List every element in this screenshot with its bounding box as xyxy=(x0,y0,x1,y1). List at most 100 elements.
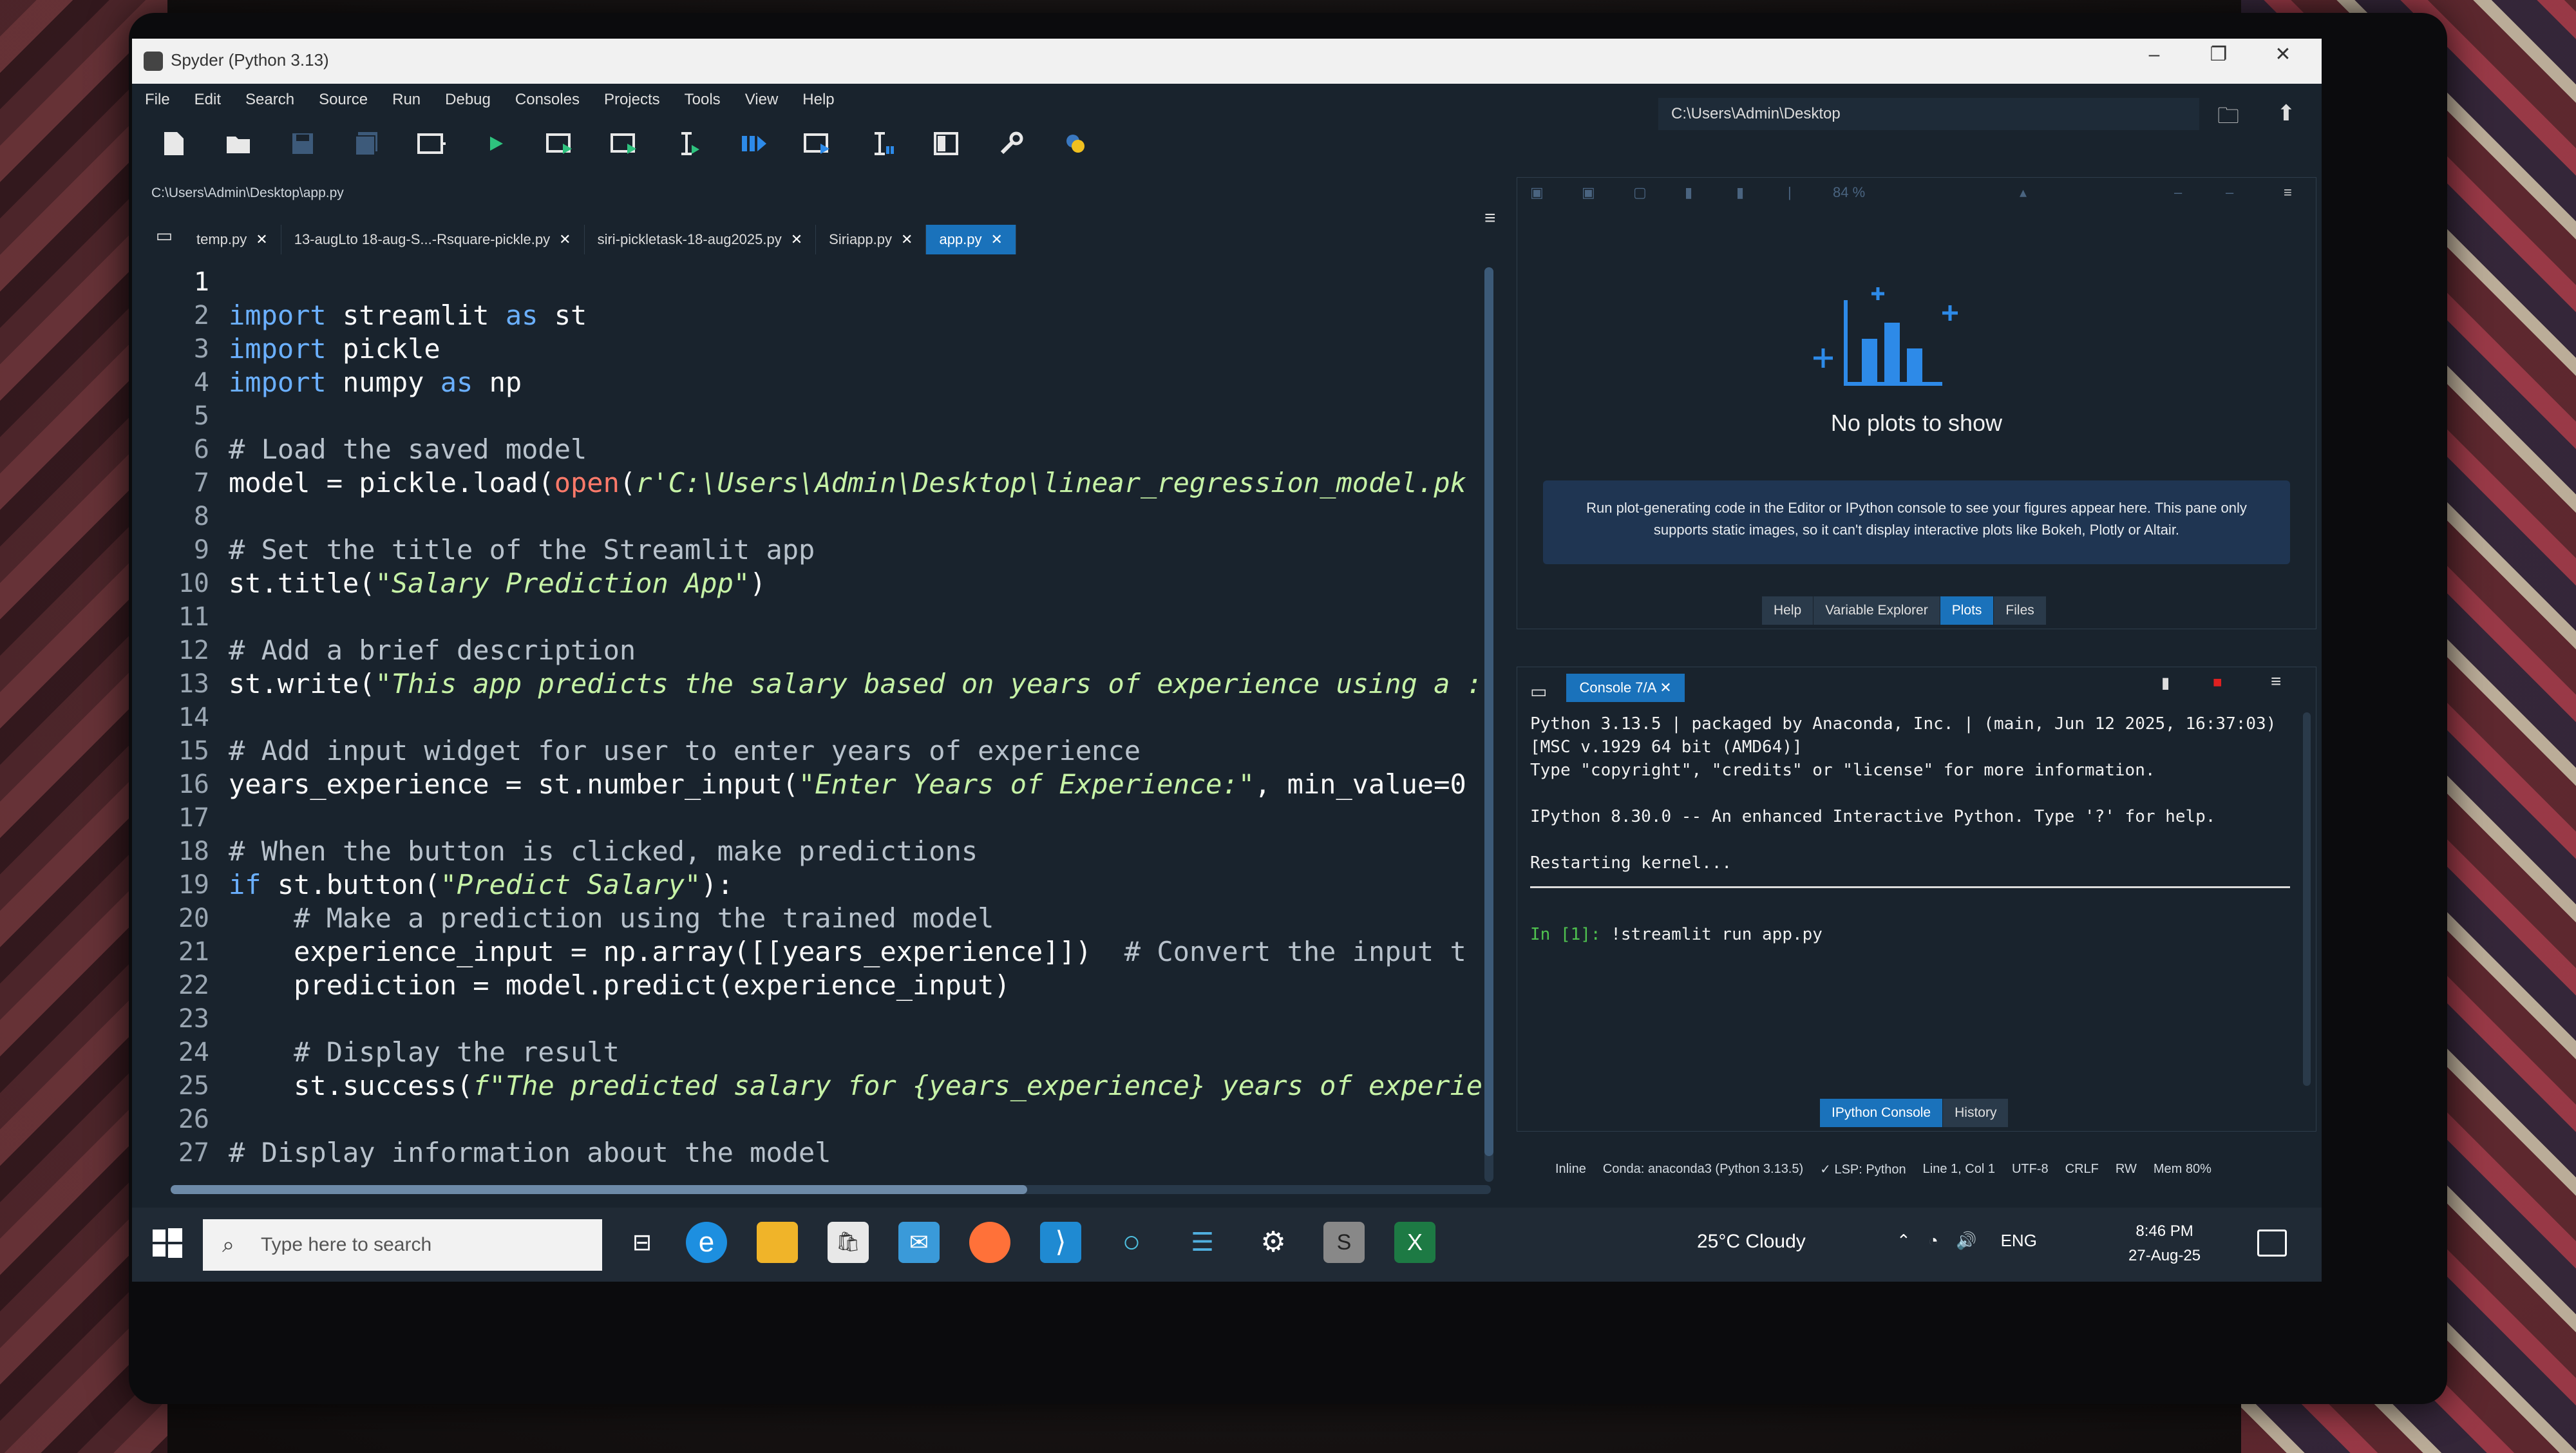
tab-variable-explorer[interactable]: Variable Explorer xyxy=(1814,596,1940,625)
editor-horizontal-scrollbar[interactable] xyxy=(171,1185,1491,1194)
edge-browser-icon[interactable]: e xyxy=(686,1222,727,1263)
tab-app[interactable]: app.py ✕ xyxy=(926,225,1016,254)
status-rw: RW xyxy=(2115,1161,2137,1176)
tab-help[interactable]: Help xyxy=(1762,596,1814,625)
tab-temp[interactable]: temp.py ✕ xyxy=(184,225,281,254)
taskbar-clock[interactable]: 8:46 PM 27-Aug-25 xyxy=(2128,1219,2201,1268)
show-hidden-icons-chevron-icon[interactable]: ⌃ xyxy=(1897,1231,1911,1250)
plots-options-menu-icon[interactable]: ≡ xyxy=(2284,184,2292,201)
status-conda-env[interactable]: Conda: anaconda3 (Python 3.13.5) xyxy=(1603,1162,1803,1177)
menu-consoles[interactable]: Consoles xyxy=(515,91,580,109)
code-editor[interactable]: 1 2 3 4 5 6 7 8 9 10 11 12 13 14 15 16 1… xyxy=(132,261,1504,1208)
tab-history[interactable]: History xyxy=(1943,1099,2009,1127)
close-window-button[interactable]: ✕ xyxy=(2251,39,2315,71)
menu-edit[interactable]: Edit xyxy=(194,91,221,109)
console-bottom-tabs: IPython Console History xyxy=(1820,1099,2009,1127)
menu-projects[interactable]: Projects xyxy=(604,91,660,109)
taskbar-app-icon[interactable]: ☰ xyxy=(1182,1222,1223,1263)
tab-files[interactable]: Files xyxy=(1994,596,2047,625)
save-plot-icon[interactable]: ▣ xyxy=(1530,184,1544,201)
debug-selection-icon[interactable] xyxy=(866,128,898,160)
previous-plot-icon[interactable]: – xyxy=(2174,184,2182,201)
menu-tools[interactable]: Tools xyxy=(685,91,721,109)
debug-cell-icon[interactable] xyxy=(802,128,834,160)
minimize-button[interactable]: – xyxy=(2122,39,2186,71)
windows-start-icon[interactable] xyxy=(151,1227,184,1259)
browse-tabs-icon[interactable]: ▭ xyxy=(145,225,184,254)
zoom-in-icon[interactable]: ▴ xyxy=(2020,184,2027,201)
tab-label: siri-pickletask-18-aug2025.py xyxy=(597,231,782,247)
editor-vertical-scrollbar[interactable] xyxy=(1484,267,1493,1182)
task-view-icon[interactable]: ⊟ xyxy=(621,1222,663,1263)
save-all-icon[interactable] xyxy=(351,128,383,160)
open-file-icon[interactable] xyxy=(222,128,254,160)
preferences-wrench-icon[interactable] xyxy=(995,128,1027,160)
close-console-icon[interactable]: ✕ xyxy=(1660,679,1671,696)
line-number: 27 xyxy=(178,1138,209,1168)
menu-run[interactable]: Run xyxy=(392,91,421,109)
tab-plots[interactable]: Plots xyxy=(1940,596,1994,625)
language-indicator[interactable]: ENG xyxy=(2001,1231,2037,1250)
tab-ipython-console[interactable]: IPython Console xyxy=(1820,1099,1944,1127)
excel-icon[interactable]: X xyxy=(1394,1222,1435,1263)
menu-debug[interactable]: Debug xyxy=(445,91,491,109)
console-scrollbar[interactable] xyxy=(2303,712,2311,1086)
code-line: import numpy as np xyxy=(229,366,522,398)
notifications-icon[interactable] xyxy=(2257,1230,2287,1257)
menu-source[interactable]: Source xyxy=(319,91,368,109)
vscode-icon[interactable]: ⟩ xyxy=(1040,1222,1081,1263)
close-tab-icon[interactable]: ✕ xyxy=(991,231,1003,248)
run-cell-icon[interactable] xyxy=(544,128,576,160)
next-plot-icon[interactable]: – xyxy=(2226,184,2233,201)
editor-options-menu-icon[interactable]: ≡ xyxy=(1484,207,1496,229)
new-file-icon[interactable] xyxy=(158,128,190,160)
tab-rsquare-pickle[interactable]: 13-augLto 18-aug-S...-Rsquare-pickle.py ✕ xyxy=(281,225,585,254)
run-cell-advance-icon[interactable] xyxy=(609,128,641,160)
debug-icon[interactable] xyxy=(737,128,770,160)
tab-siriapp[interactable]: Siriapp.py ✕ xyxy=(816,225,927,254)
parent-directory-icon[interactable]: ⬆ xyxy=(2270,100,2302,126)
browse-consoles-icon[interactable]: ▭ xyxy=(1530,681,1547,702)
save-icon[interactable] xyxy=(287,128,319,160)
close-tab-icon[interactable]: ✕ xyxy=(256,231,267,248)
network-icon[interactable]: ◔ xyxy=(1928,1231,1938,1250)
console-input-line[interactable]: In [1]: !streamlit run app.py xyxy=(1530,925,1823,944)
status-inline[interactable]: Inline xyxy=(1555,1162,1586,1177)
maximize-button[interactable]: ❐ xyxy=(2186,39,2251,71)
console-tab[interactable]: Console 7/A ✕ xyxy=(1566,674,1685,702)
volume-icon[interactable]: 🔊 xyxy=(1956,1231,1976,1250)
code-comment: # When the button is clicked, make predi… xyxy=(229,835,978,867)
run-icon[interactable] xyxy=(480,128,512,160)
close-tab-icon[interactable]: ✕ xyxy=(901,231,913,248)
weather-widget[interactable]: 25°C Cloudy xyxy=(1697,1231,1806,1253)
interrupt-kernel-icon[interactable]: ■ xyxy=(2213,674,2222,692)
close-tab-icon[interactable]: ✕ xyxy=(791,231,802,248)
remove-all-plots-icon[interactable]: ▮ xyxy=(1736,184,1744,201)
run-selection-icon[interactable] xyxy=(673,128,705,160)
save-all-plots-icon[interactable]: ▣ xyxy=(1582,184,1595,201)
ring-app-icon[interactable]: ○ xyxy=(1111,1222,1152,1263)
python-path-icon[interactable] xyxy=(1059,128,1092,160)
settings-gear-icon[interactable]: ⚙ xyxy=(1253,1222,1294,1263)
browse-folder-icon[interactable]: 🗀 xyxy=(2212,100,2244,128)
console-options-menu-icon[interactable]: ≡ xyxy=(2271,671,2281,692)
clock-date: 27-Aug-25 xyxy=(2128,1247,2201,1264)
maximize-pane-icon[interactable] xyxy=(931,128,963,160)
close-tab-icon[interactable]: ✕ xyxy=(559,231,571,248)
file-explorer-icon[interactable] xyxy=(757,1222,798,1263)
taskbar-search-box[interactable]: ⌕ Type here to search xyxy=(203,1219,602,1271)
menu-help[interactable]: Help xyxy=(802,91,834,109)
copy-plot-icon[interactable]: ▢ xyxy=(1633,184,1647,201)
tab-siri-pickletask[interactable]: siri-pickletask-18-aug2025.py ✕ xyxy=(584,225,817,254)
store-icon[interactable]: 🛍 xyxy=(828,1222,869,1263)
new-window-icon[interactable] xyxy=(415,128,448,160)
clear-console-icon[interactable]: ▮ xyxy=(2161,674,2170,692)
menu-search[interactable]: Search xyxy=(245,91,294,109)
working-directory-field[interactable]: C:\Users\Admin\Desktop xyxy=(1658,98,2199,130)
menu-file[interactable]: File xyxy=(145,91,170,109)
firefox-icon[interactable] xyxy=(969,1222,1010,1263)
remove-plot-icon[interactable]: ▮ xyxy=(1685,184,1692,201)
spyder-taskbar-icon[interactable]: S xyxy=(1323,1222,1365,1263)
menu-view[interactable]: View xyxy=(745,91,779,109)
mail-icon[interactable]: ✉ xyxy=(898,1222,940,1263)
